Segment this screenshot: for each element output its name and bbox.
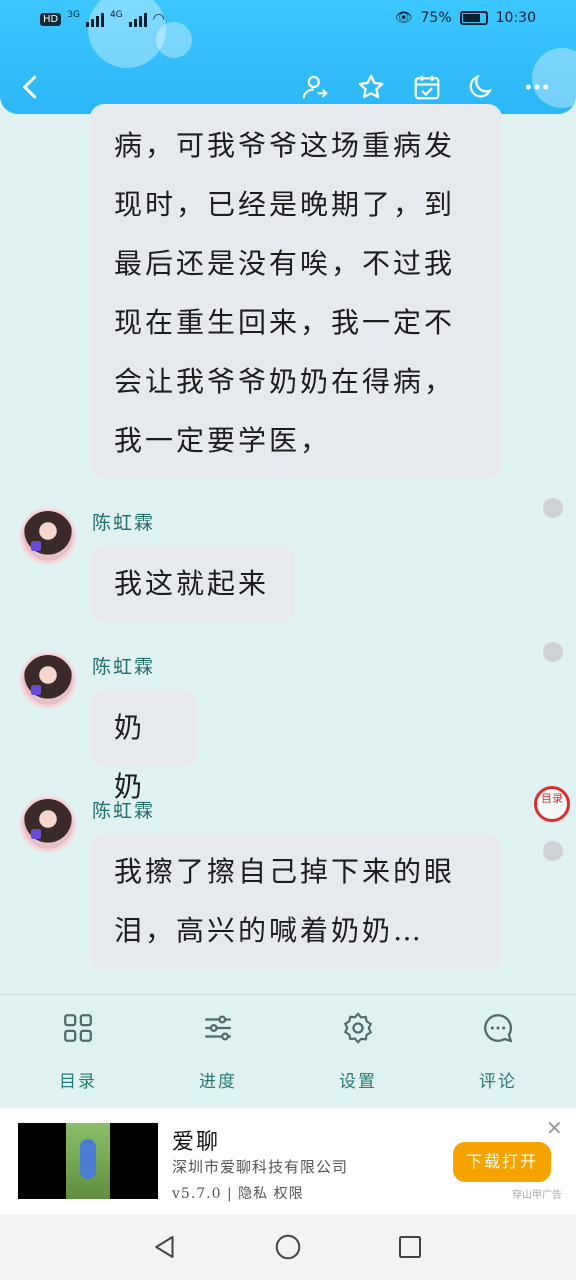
speaker-name: 陈虹霖 — [92, 656, 156, 678]
top-header: HD 3G 4G ◠ 👁 75% 10:30 — [0, 0, 576, 114]
nav-recents-icon[interactable] — [395, 1232, 425, 1262]
signal-icon — [85, 11, 104, 27]
avatar[interactable] — [20, 508, 76, 564]
message-line: 泪，高兴的喊着奶奶… — [114, 914, 425, 947]
nav-back-icon[interactable] — [150, 1232, 180, 1262]
user-switch-icon[interactable] — [298, 70, 332, 104]
eye-icon: 👁 — [394, 10, 413, 26]
message-line: 我一定要学医， — [114, 424, 332, 457]
ad-thumbnail[interactable] — [18, 1123, 158, 1199]
speaker-name: 陈虹霖 — [92, 512, 156, 534]
wifi-icon: ◠ — [152, 11, 165, 27]
back-icon[interactable] — [14, 70, 48, 104]
sliders-icon — [205, 1015, 231, 1041]
system-nav-bar — [0, 1214, 576, 1280]
menu-comment-button[interactable]: 评论 — [458, 1011, 538, 1092]
ad-company: 深圳市爱聊科技有限公司 — [172, 1158, 349, 1176]
status-bar: HD 3G 4G ◠ 👁 75% 10:30 — [0, 0, 576, 40]
chat-area[interactable]: 病，可我爷爷这场重病发 现时，已经是晚期了，到 最后还是没有唉，不过我 现在重生… — [0, 104, 576, 994]
menu-label: 目录 — [59, 1072, 97, 1092]
sim1-label: 3G — [67, 10, 80, 20]
bottom-menu: 目录 进度 设置 评论 — [0, 994, 576, 1108]
hd-badge: HD — [40, 12, 62, 26]
message-line: 我这就起来 — [114, 567, 270, 600]
clock: 10:30 — [495, 10, 536, 26]
avatar[interactable] — [20, 796, 76, 852]
message-bubble: 奶奶 — [90, 690, 198, 803]
message-line: 会让我爷爷奶奶在得病， — [114, 365, 456, 398]
menu-catalog-button[interactable]: 目录 — [38, 1011, 118, 1092]
message-bubble: 我擦了擦自己掉下来的眼 泪，高兴的喊着奶奶… — [90, 834, 502, 970]
message-line: 最后还是没有唉，不过我 — [114, 247, 456, 280]
ad-title: 爱聊 — [172, 1130, 221, 1155]
menu-settings-button[interactable]: 设置 — [318, 1011, 398, 1092]
signal-icon — [128, 11, 147, 27]
grid-icon — [64, 1014, 92, 1042]
message-line: 现在重生回来，我一定不 — [114, 306, 456, 339]
paragraph-comment-dot[interactable] — [543, 841, 563, 861]
paragraph-comment-dot[interactable] — [543, 642, 563, 662]
gear-icon — [343, 1012, 373, 1044]
catalog-marker[interactable]: 目录 — [534, 786, 570, 822]
reader-toolbar — [0, 60, 576, 110]
menu-label: 评论 — [479, 1072, 517, 1092]
message-line: 我擦了擦自己掉下来的眼 — [114, 855, 456, 888]
battery-text: 75% — [420, 10, 452, 26]
menu-label: 设置 — [339, 1072, 377, 1092]
calendar-check-icon[interactable] — [410, 70, 444, 104]
nav-home-icon[interactable] — [273, 1232, 303, 1262]
message-bubble: 我这就起来 — [90, 546, 295, 622]
menu-label: 进度 — [199, 1072, 237, 1092]
ad-banner[interactable]: 爱聊 深圳市爱聊科技有限公司 v5.7.0 | 隐私 权限 下载打开 ✕ 穿山甲… — [0, 1108, 576, 1214]
battery-icon — [459, 11, 488, 25]
message-line: 病，可我爷爷这场重病发 — [114, 129, 456, 162]
speaker-name: 陈虹霖 — [92, 800, 156, 822]
message-bubble: 病，可我爷爷这场重病发 现时，已经是晚期了，到 最后还是没有唉，不过我 现在重生… — [90, 104, 502, 478]
ad-download-button[interactable]: 下载打开 — [453, 1142, 551, 1182]
message-line: 现时，已经是晚期了，到 — [114, 188, 456, 221]
star-icon[interactable] — [354, 70, 388, 104]
more-icon[interactable] — [520, 70, 554, 104]
menu-progress-button[interactable]: 进度 — [178, 1011, 258, 1092]
ad-source-tag: 穿山甲广告 — [512, 1190, 562, 1201]
paragraph-comment-dot[interactable] — [543, 498, 563, 518]
ad-meta[interactable]: v5.7.0 | 隐私 权限 — [172, 1183, 304, 1203]
close-icon[interactable]: ✕ — [546, 1116, 563, 1140]
comment-icon — [484, 1014, 513, 1043]
avatar[interactable] — [20, 652, 76, 708]
sim2-label: 4G — [109, 10, 123, 20]
moon-icon[interactable] — [464, 70, 498, 104]
